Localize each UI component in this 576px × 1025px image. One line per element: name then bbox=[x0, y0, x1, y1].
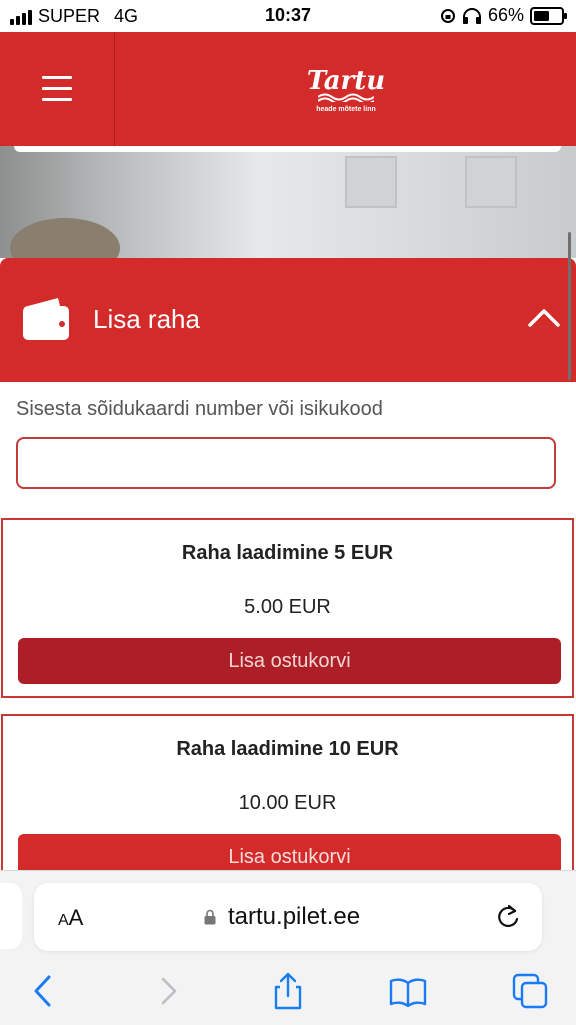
menu-icon[interactable] bbox=[42, 76, 72, 109]
url-text: tartu.pilet.ee bbox=[228, 903, 361, 930]
logo-wave-icon bbox=[318, 93, 374, 102]
forward-icon[interactable] bbox=[148, 971, 188, 1011]
back-icon[interactable] bbox=[24, 971, 64, 1011]
product-card: Raha laadimine 5 EUR 5.00 EUR Lisa ostuk… bbox=[1, 518, 574, 698]
previous-tab-peek[interactable] bbox=[0, 883, 22, 949]
header-divider bbox=[114, 32, 115, 146]
logo-tagline: heade mõtete linn bbox=[316, 106, 376, 113]
product-price: 10.00 EUR bbox=[238, 792, 337, 814]
hero-shrub bbox=[10, 218, 120, 258]
address-bar[interactable]: AA tartu.pilet.ee bbox=[34, 883, 542, 951]
site-header: Tartu heade mõtete linn bbox=[0, 32, 576, 146]
reload-icon[interactable] bbox=[494, 903, 522, 931]
add-money-panel-header[interactable]: Lisa raha bbox=[0, 258, 576, 382]
status-right: 66% bbox=[440, 5, 567, 26]
product-name: Raha laadimine 10 EUR bbox=[176, 738, 399, 760]
text-size-button[interactable]: AA bbox=[58, 905, 83, 931]
card-number-input[interactable] bbox=[16, 437, 556, 489]
bookmarks-icon[interactable] bbox=[388, 971, 428, 1011]
orientation-lock-icon bbox=[440, 8, 455, 23]
browser-bottom-bar: AA tartu.pilet.ee bbox=[0, 870, 576, 1025]
tabs-icon[interactable] bbox=[510, 971, 550, 1011]
product-price: 5.00 EUR bbox=[244, 596, 331, 618]
hero-image bbox=[0, 146, 576, 258]
product-name: Raha laadimine 5 EUR bbox=[181, 542, 394, 564]
wallet-icon bbox=[23, 298, 69, 340]
panel-title: Lisa raha bbox=[93, 304, 200, 334]
add-to-cart-button[interactable]: Lisa ostukorvi bbox=[18, 638, 561, 684]
logo-wordmark: Tartu bbox=[306, 66, 386, 96]
browser-toolbar bbox=[0, 971, 576, 1015]
share-icon[interactable] bbox=[268, 971, 308, 1011]
card-number-label: Sisesta sõidukaardi number või isikukood bbox=[16, 398, 383, 420]
battery-percent: 66% bbox=[487, 5, 524, 25]
scroll-indicator[interactable] bbox=[568, 232, 571, 380]
chevron-up-icon[interactable] bbox=[528, 306, 560, 328]
headphones-icon bbox=[462, 7, 481, 24]
lock-icon bbox=[204, 909, 216, 925]
site-logo[interactable]: Tartu heade mõtete linn bbox=[306, 68, 386, 118]
building-window bbox=[465, 156, 517, 208]
hero-top-edge bbox=[14, 146, 561, 152]
building-window bbox=[345, 156, 397, 208]
product-card: Raha laadimine 10 EUR 10.00 EUR Lisa ost… bbox=[1, 714, 574, 884]
battery-icon bbox=[530, 6, 567, 25]
status-bar: SUPER 4G 10:37 66% bbox=[0, 0, 576, 32]
